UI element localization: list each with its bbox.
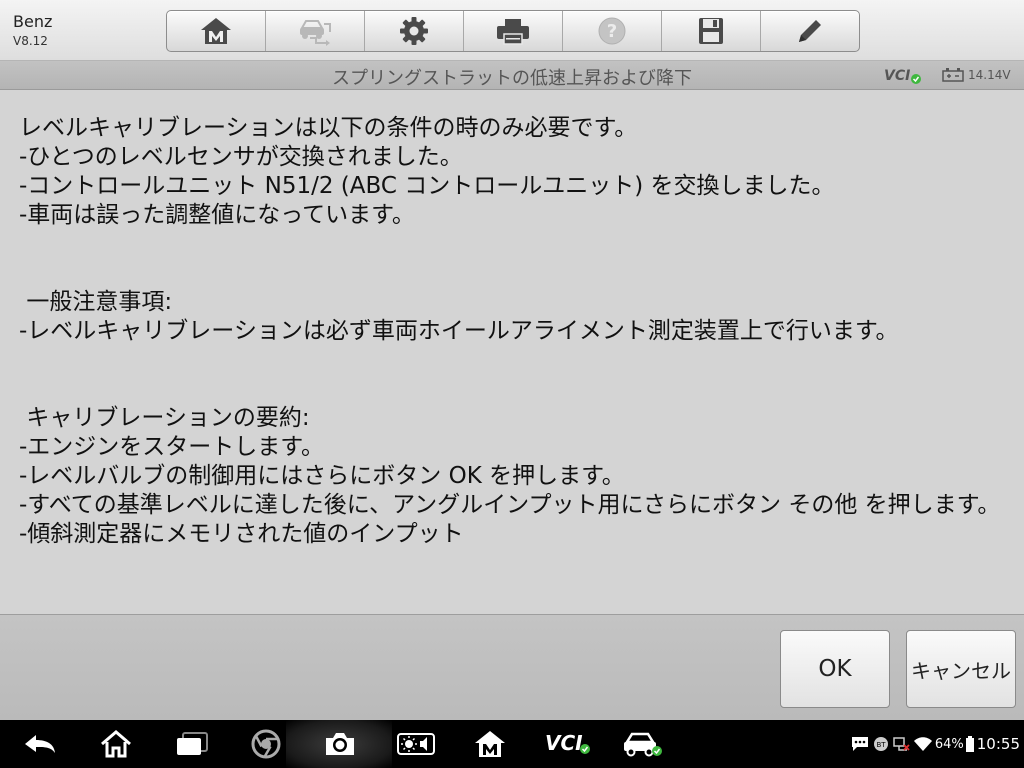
app-name: Benz bbox=[13, 12, 53, 31]
message-line: -コントロールユニット N51/2 (ABC コントロールユニット) を交換しま… bbox=[19, 173, 835, 199]
message-line: -レベルキャリブレーションは必ず車両ホイールアライメント測定装置上で行います。 bbox=[19, 318, 899, 344]
clock: 10:55 bbox=[976, 735, 1020, 753]
printer-icon bbox=[497, 19, 529, 45]
message-line: -車両は誤った調整値になっています。 bbox=[19, 202, 415, 228]
status-area: BT 64% 10:55 bbox=[851, 720, 1020, 768]
vehicle-app[interactable] bbox=[620, 720, 666, 768]
cancel-button[interactable]: キャンセル bbox=[906, 630, 1016, 708]
message-line: -ひとつのレベルセンサが交換されました。 bbox=[19, 144, 463, 170]
message-line: キャリブレーションの要約: bbox=[19, 405, 310, 431]
svg-text:BT: BT bbox=[876, 741, 886, 749]
brightness-volume-button[interactable] bbox=[396, 720, 436, 768]
battery-icon bbox=[965, 736, 974, 752]
camera-app[interactable] bbox=[320, 720, 360, 768]
chrome-app[interactable] bbox=[246, 720, 286, 768]
message-line bbox=[19, 230, 1009, 259]
message-line: -すべての基準レベルに達した後に、アングルインプット用にさらにボタン その他 を… bbox=[19, 492, 1001, 518]
svg-text:VCI: VCI bbox=[884, 68, 910, 84]
android-home-button[interactable] bbox=[96, 720, 136, 768]
pencil-icon bbox=[799, 20, 821, 42]
battery-status: 14.14V bbox=[942, 68, 1011, 82]
vehicle-swap-icon bbox=[300, 20, 331, 46]
message-line: -レベルバルブの制御用にはさらにボタン OK を押します。 bbox=[19, 463, 625, 489]
help-icon: ? bbox=[598, 17, 626, 45]
camera-icon bbox=[326, 733, 354, 755]
message-line: -エンジンをスタートします。 bbox=[19, 434, 324, 460]
edit-button[interactable] bbox=[761, 11, 859, 51]
recent-apps-button[interactable] bbox=[172, 720, 212, 768]
bluetooth-icon: BT bbox=[873, 737, 888, 751]
title-bar: スプリングストラットの低速上昇および降下 VCI 14.14V bbox=[0, 61, 1024, 90]
chrome-icon bbox=[251, 729, 281, 759]
vci-status: VCI bbox=[884, 67, 924, 89]
save-button[interactable] bbox=[662, 11, 761, 51]
message-area: レベルキャリブレーションは以下の条件の時のみ必要です。 -ひとつのレベルセンサが… bbox=[0, 90, 1024, 614]
app-version: V8.12 bbox=[13, 34, 48, 48]
svg-text:?: ? bbox=[607, 21, 617, 42]
home-button[interactable] bbox=[167, 11, 266, 51]
message-line: -傾斜測定器にメモリされた値のインプット bbox=[19, 521, 464, 547]
wifi-icon bbox=[913, 737, 932, 751]
message-icon bbox=[851, 737, 868, 751]
vci-connected-icon: VCI bbox=[884, 68, 921, 84]
help-button[interactable]: ? bbox=[563, 11, 662, 51]
message-line bbox=[19, 375, 1009, 404]
settings-button[interactable] bbox=[365, 11, 464, 51]
message-line bbox=[19, 259, 1009, 288]
svg-text:VCI: VCI bbox=[545, 732, 583, 755]
brightness-volume-icon bbox=[397, 733, 435, 755]
home-icon bbox=[201, 18, 231, 44]
maxisys-home-app[interactable] bbox=[470, 720, 510, 768]
vci-manager-app[interactable]: VCI bbox=[542, 720, 594, 768]
action-panel: OK キャンセル bbox=[0, 614, 1024, 721]
back-button[interactable] bbox=[20, 720, 60, 768]
top-bar: Benz V8.12 ? bbox=[0, 0, 1024, 61]
car-icon bbox=[624, 732, 662, 757]
no-connection-icon bbox=[893, 737, 910, 751]
page-title: スプリングストラットの低速上昇および降下 bbox=[332, 68, 692, 89]
car-battery-icon bbox=[942, 68, 964, 82]
ok-button[interactable]: OK bbox=[780, 630, 890, 708]
vci-icon: VCI bbox=[545, 732, 590, 755]
recent-apps-icon bbox=[177, 732, 208, 755]
message-text: レベルキャリブレーションは以下の条件の時のみ必要です。 -ひとつのレベルセンサが… bbox=[19, 114, 1009, 549]
back-icon bbox=[25, 735, 55, 753]
maxisys-home-icon bbox=[475, 731, 505, 757]
message-line bbox=[19, 346, 1009, 375]
house-icon bbox=[101, 730, 131, 758]
battery-percent: 64% bbox=[934, 736, 964, 752]
system-nav-bar: VCI BT 64% 10:55 bbox=[0, 720, 1024, 768]
message-line: レベルキャリブレーションは以下の条件の時のみ必要です。 bbox=[19, 115, 638, 141]
gear-icon bbox=[400, 17, 428, 45]
message-line: 一般注意事項: bbox=[19, 289, 173, 315]
main-toolbar: ? bbox=[166, 10, 860, 52]
vehicle-swap-button[interactable] bbox=[266, 11, 365, 51]
brand: Benz V8.12 bbox=[13, 12, 52, 50]
voltage-readout: 14.14V bbox=[968, 68, 1011, 82]
save-icon bbox=[699, 18, 723, 44]
print-button[interactable] bbox=[464, 11, 563, 51]
